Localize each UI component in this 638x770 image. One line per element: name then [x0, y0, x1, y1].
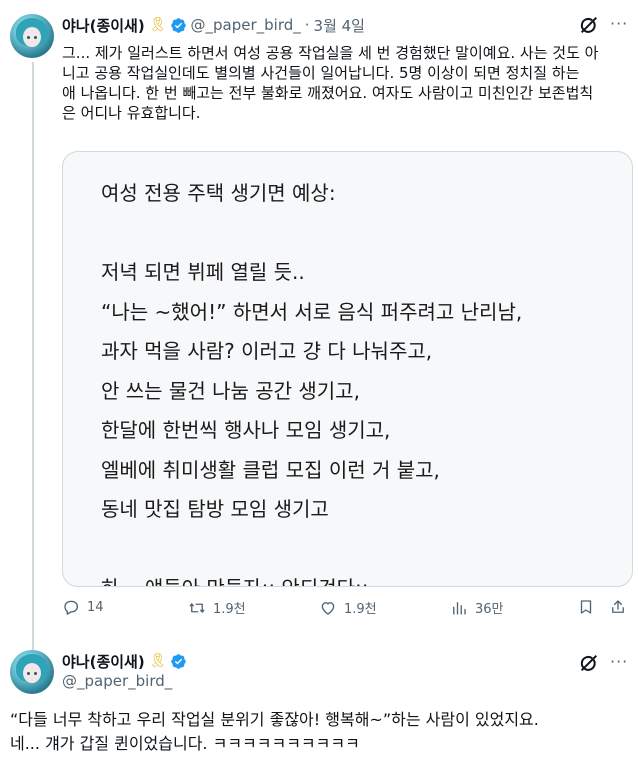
retweet-count: 1.9천: [213, 602, 246, 617]
bookmark-button[interactable]: [577, 598, 602, 616]
reply-text: “다들 너무 착하고 우리 작업실 분위기 좋잖아! 행복해~”하는 사람이 있…: [10, 710, 539, 753]
tweet-actions: 14 1.9천 1.9천 36만: [62, 598, 631, 622]
views-icon: [453, 601, 466, 615]
share-button[interactable]: [609, 598, 634, 616]
more-options-icon[interactable]: ···: [610, 14, 628, 33]
reply-count: 14: [87, 599, 104, 615]
avatar[interactable]: [10, 14, 54, 58]
yellow-ribbon-icon: 🎗: [148, 653, 167, 669]
tweet-text: 그... 제가 일러스트 하면서 여성 공용 작업실을 세 번 경험했단 말이예…: [62, 44, 599, 122]
image-text: 여성 전용 주택 생기면 예상: 저녁 되면 뷔페 열릴 듯.. “나는 ~했어…: [101, 181, 523, 586]
tweet-image[interactable]: 여성 전용 주택 생기면 예상: 저녁 되면 뷔페 열릴 듯.. “나는 ~했어…: [62, 151, 633, 587]
grok-icon[interactable]: [578, 14, 600, 36]
tweet-date[interactable]: 3월 4일: [314, 15, 365, 36]
separator-dot: ·: [304, 16, 310, 34]
yellow-ribbon-icon: 🎗: [148, 17, 167, 33]
verified-badge-icon[interactable]: [170, 17, 187, 34]
share-icon: [612, 600, 624, 613]
thread-connector-line: [32, 62, 34, 654]
views-button[interactable]: 36만: [450, 598, 504, 617]
reply-icon: [64, 600, 79, 615]
like-count: 1.9천: [344, 602, 377, 617]
like-button[interactable]: 1.9천: [319, 598, 377, 617]
tweet-header: 야나(종이새) 🎗 @_paper_bird_ · 3월 4일: [62, 14, 365, 36]
retweet-icon: [189, 602, 205, 613]
more-options-icon[interactable]: ···: [610, 652, 628, 671]
verified-badge-icon[interactable]: [170, 653, 187, 670]
grok-icon[interactable]: [578, 652, 600, 674]
reply-button[interactable]: 14: [62, 598, 104, 616]
heart-icon: [321, 601, 335, 615]
user-handle[interactable]: @_paper_bird_: [191, 16, 301, 34]
bookmark-icon: [580, 600, 592, 614]
reply-display-name[interactable]: 야나(종이새): [62, 651, 145, 672]
retweet-button[interactable]: 1.9천: [188, 598, 246, 617]
display-name[interactable]: 야나(종이새): [62, 15, 145, 36]
reply-user-handle[interactable]: @_paper_bird_: [62, 672, 172, 690]
views-count: 36만: [475, 602, 504, 617]
reply-header: 야나(종이새) 🎗: [62, 650, 187, 672]
reply-avatar[interactable]: [10, 650, 54, 694]
